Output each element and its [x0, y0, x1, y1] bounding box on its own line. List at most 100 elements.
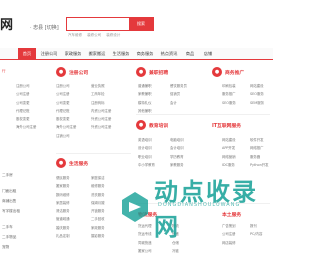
- list-item[interactable]: 会计: [170, 99, 187, 107]
- search-input[interactable]: [67, 18, 127, 30]
- nav-life[interactable]: 生活服务: [110, 48, 132, 60]
- list-item[interactable]: 股权变更: [16, 115, 36, 123]
- nav-shops[interactable]: 店铺: [200, 48, 216, 60]
- list-item[interactable]: 代理记账: [16, 107, 36, 115]
- list-item[interactable]: 服务器: [250, 153, 269, 161]
- list-item[interactable]: 印刷包装: [222, 82, 236, 90]
- list-item[interactable]: 股权变更: [56, 115, 76, 123]
- list-item[interactable]: 清洁服务: [56, 207, 70, 215]
- list-item[interactable]: 代理记账: [56, 107, 76, 115]
- list-item[interactable]: 洗衣服务: [91, 191, 105, 199]
- search-button[interactable]: 搜索: [129, 18, 153, 30]
- nav-news[interactable]: 热点资讯: [158, 48, 180, 60]
- nav-register[interactable]: 注册公司: [38, 48, 60, 60]
- list-item[interactable]: SEO服务: [222, 99, 236, 107]
- list-item[interactable]: 公司注册: [56, 90, 76, 98]
- rail-item[interactable]: 二手物品: [2, 235, 16, 240]
- rail-item[interactable]: 二手房: [2, 173, 13, 178]
- list-item[interactable]: 二手回收: [91, 215, 105, 223]
- rail-item[interactable]: 宠物: [2, 245, 9, 250]
- list-item[interactable]: SEO服务: [250, 90, 264, 98]
- list-item[interactable]: 注册公司: [16, 82, 36, 90]
- panel-title[interactable]: 教育培训: [149, 122, 168, 129]
- list-item[interactable]: 礼品定制: [56, 232, 70, 240]
- people-icon: ●: [136, 67, 146, 77]
- nav-goods[interactable]: 商品: [182, 48, 198, 60]
- list-item[interactable]: 婚庆服务: [56, 224, 70, 232]
- list-item[interactable]: 外资公司注册: [91, 115, 111, 123]
- list-item[interactable]: 学历教育: [170, 153, 184, 161]
- list-item[interactable]: 会计培训: [170, 144, 184, 152]
- list-item[interactable]: 工商年检: [91, 90, 111, 98]
- list-item[interactable]: 家教兼职: [138, 90, 152, 98]
- panel-title[interactable]: IT互联网服务: [212, 122, 241, 129]
- list-item[interactable]: 内资公司注册: [91, 107, 111, 115]
- list-item[interactable]: 海外公司注册: [56, 123, 76, 131]
- list-item[interactable]: 公司变更: [56, 99, 76, 107]
- panel-title[interactable]: 注册公司: [69, 69, 88, 76]
- list-item[interactable]: 公司变更: [16, 99, 36, 107]
- nav-home[interactable]: 首页: [18, 48, 36, 60]
- list-item[interactable]: 网站建设: [222, 136, 236, 144]
- list-item[interactable]: 营业执照: [91, 82, 111, 90]
- business-panel-header: ● 商务推广: [212, 66, 244, 78]
- list-item[interactable]: 网络营销: [222, 153, 236, 161]
- left-category-rail: 行 二手房 门面出租 商铺出售 写字楼出租 二手车 二手物品 宠物: [0, 63, 20, 257]
- rail-item[interactable]: 写字楼出租: [2, 209, 20, 214]
- rail-item[interactable]: 二手车: [2, 225, 13, 230]
- list-item[interactable]: 便民服务: [56, 174, 70, 182]
- list-item[interactable]: 软件开发: [250, 136, 269, 144]
- list-item[interactable]: 家政服务: [91, 224, 105, 232]
- list-item[interactable]: 家居装修: [56, 199, 70, 207]
- list-item[interactable]: 搬家服务: [56, 182, 70, 190]
- hot-link[interactable]: 装修公司: [87, 33, 101, 37]
- list-item[interactable]: 冷链: [172, 247, 179, 255]
- list-item[interactable]: 保姆月嫂: [91, 199, 105, 207]
- list-item[interactable]: 设计培训: [138, 144, 155, 152]
- site-logo[interactable]: 网: [0, 14, 13, 33]
- nav-moving[interactable]: 搬家搬运: [86, 48, 108, 60]
- list-item[interactable]: 中小学教育: [138, 161, 155, 169]
- watermark-logo-icon: [120, 190, 150, 224]
- list-item[interactable]: 注销公司: [56, 132, 76, 140]
- city-switcher[interactable]: · 忠县 [切换]: [30, 24, 59, 31]
- rail-item[interactable]: 门面出租: [2, 189, 16, 194]
- list-item[interactable]: 英语培训: [138, 136, 155, 144]
- list-item[interactable]: 家教服务: [170, 161, 184, 169]
- list-item[interactable]: Python开发: [250, 161, 269, 169]
- panel-title[interactable]: 商务推广: [225, 69, 244, 76]
- list-item[interactable]: 注册公司: [56, 82, 76, 90]
- list-item[interactable]: 网络推广: [250, 144, 269, 152]
- list-item[interactable]: 公司注册: [16, 90, 36, 98]
- list-item[interactable]: 维修服务: [91, 182, 105, 190]
- panel-title[interactable]: 生活服务: [69, 160, 88, 167]
- list-item[interactable]: 家庭保洁: [91, 174, 105, 182]
- list-item[interactable]: APP开发: [222, 144, 236, 152]
- list-item[interactable]: 模特礼仪: [138, 99, 152, 107]
- list-item[interactable]: 促销员: [170, 90, 187, 98]
- list-item[interactable]: 职业培训: [138, 153, 155, 161]
- list-item[interactable]: 搬家公司: [138, 247, 152, 255]
- list-item[interactable]: SEM服务: [250, 99, 264, 107]
- rail-item[interactable]: 行: [2, 69, 6, 74]
- list-item[interactable]: IDC服务: [222, 161, 236, 169]
- house-icon: ●: [56, 158, 66, 168]
- hot-link[interactable]: 汽车维修: [68, 33, 82, 37]
- list-item[interactable]: 普通兼职: [138, 82, 152, 90]
- list-item[interactable]: 餐饮服务员: [170, 82, 187, 90]
- list-item[interactable]: 摄影服务: [91, 232, 105, 240]
- list-item[interactable]: 海外公司注册: [16, 123, 36, 131]
- list-item[interactable]: 服务推广: [222, 90, 236, 98]
- list-item[interactable]: 电脑培训: [170, 136, 184, 144]
- list-item[interactable]: 开锁服务: [91, 207, 105, 215]
- nav-business[interactable]: 商务服务: [134, 48, 156, 60]
- panel-title[interactable]: 兼职招聘: [149, 69, 168, 76]
- list-item[interactable]: 注册商标: [91, 99, 111, 107]
- list-item[interactable]: 管道疏通: [56, 215, 70, 223]
- rail-item[interactable]: 商铺出售: [2, 199, 16, 204]
- list-item[interactable]: 外资公司注册: [91, 123, 111, 131]
- list-item[interactable]: 数码维修: [56, 191, 70, 199]
- list-item[interactable]: 网站建设: [250, 82, 264, 90]
- hot-link[interactable]: 装修设计: [106, 33, 120, 37]
- nav-housekeeping[interactable]: 家政服务: [62, 48, 84, 60]
